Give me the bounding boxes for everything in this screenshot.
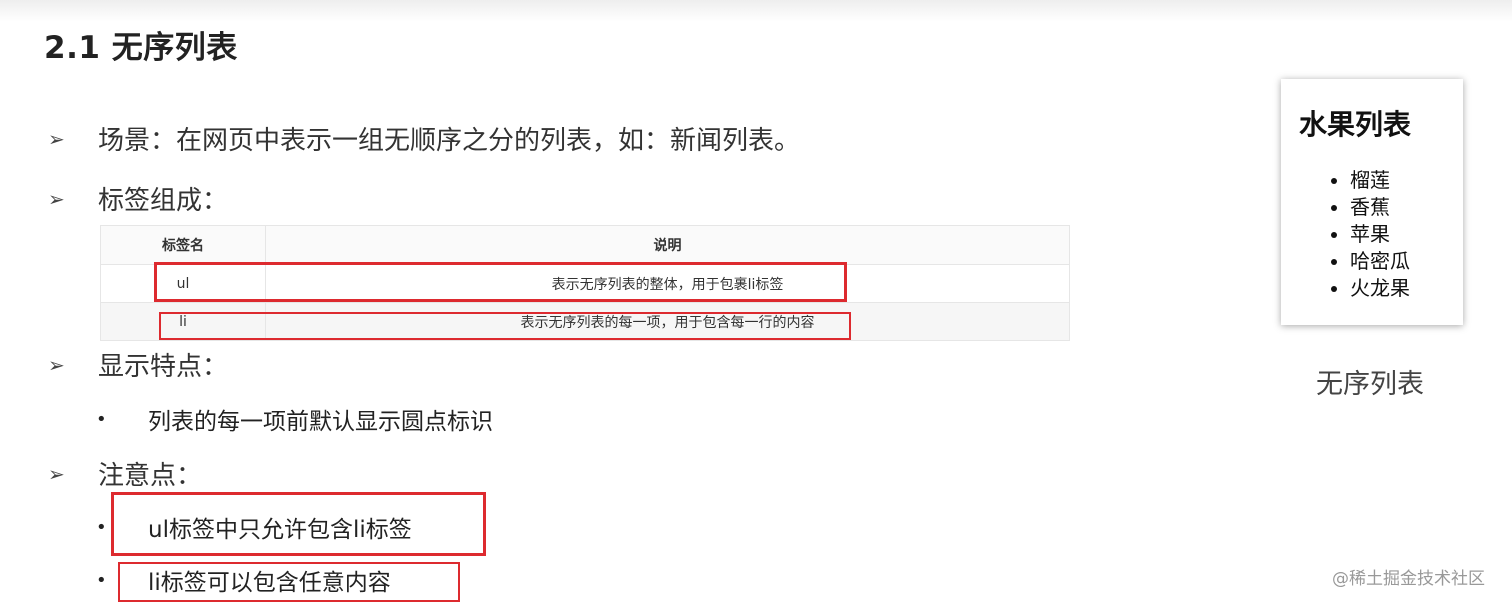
list-item: 榴莲 [1350, 167, 1410, 194]
list-item: 苹果 [1350, 221, 1410, 248]
bullet-notes: ➢ 注意点： [48, 455, 202, 492]
bullet-scene: ➢ 场景：在网页中表示一组无顺序之分的列表，如：新闻列表。 [48, 120, 800, 157]
bullet-display: ➢ 显示特点： [48, 346, 228, 383]
example-caption: 无序列表 [1316, 369, 1424, 400]
bullet-composition-text: 标签组成： [98, 186, 229, 216]
list-item: 火龙果 [1350, 275, 1410, 302]
bullet-scene-text: 场景：在网页中表示一组无顺序之分的列表，如：新闻列表。 [98, 126, 801, 156]
bullet-composition: ➢ 标签组成： [48, 180, 228, 217]
list-item: 香蕉 [1350, 194, 1410, 221]
highlight-box-ul-row [154, 262, 847, 302]
bullet-notes-text: 注意点： [98, 461, 203, 491]
arrow-bullet-icon: ➢ [48, 186, 65, 211]
arrow-bullet-icon: ➢ [48, 461, 65, 486]
bullet-display-text: 显示特点： [98, 352, 229, 382]
watermark: @稀土掘金技术社区 [1332, 569, 1485, 589]
table-header-row: 标签名 说明 [100, 225, 1070, 265]
example-render-card: 水果列表 榴莲 香蕉 苹果 哈密瓜 火龙果 [1281, 79, 1463, 325]
highlight-box-note-2 [118, 562, 460, 602]
dot-bullet-icon: • [96, 408, 107, 430]
display-point: • 列表的每一项前默认显示圆点标识 [96, 402, 493, 436]
section-title: 2.1 无序列表 [44, 30, 238, 66]
list-item: 哈密瓜 [1350, 248, 1410, 275]
top-shade [0, 0, 1512, 22]
arrow-bullet-icon: ➢ [48, 126, 65, 151]
table-header-name: 标签名 [100, 225, 266, 265]
highlight-box-note-1 [111, 492, 486, 556]
example-list: 榴莲 香蕉 苹果 哈密瓜 火龙果 [1332, 167, 1410, 302]
example-title: 水果列表 [1299, 108, 1412, 141]
arrow-bullet-icon: ➢ [48, 352, 65, 377]
highlight-box-li-row [159, 312, 851, 340]
display-point-text: 列表的每一项前默认显示圆点标识 [148, 409, 493, 435]
table-header-desc: 说明 [265, 225, 1070, 265]
